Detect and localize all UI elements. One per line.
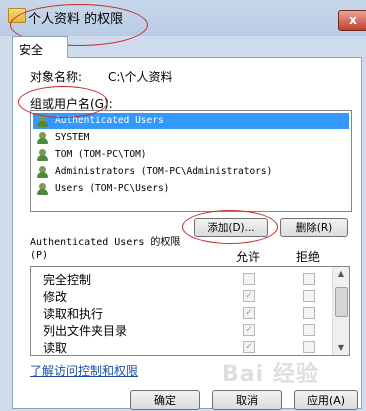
permission-row-read-execute: 读取和执行 ✓ <box>31 304 331 321</box>
allow-checkbox[interactable]: ✓ <box>243 290 255 302</box>
permission-name: 读取和执行 <box>43 307 104 321</box>
add-button[interactable]: 添加(D)... <box>194 218 268 237</box>
object-name-value: C:\个人资料 <box>108 70 173 84</box>
permission-name: 完全控制 <box>43 273 92 287</box>
user-row-tom[interactable]: TOM (TOM-PC\TOM) <box>33 147 349 163</box>
user-name: SYSTEM <box>55 132 90 143</box>
user-list[interactable]: Authenticated Users SYSTEM TOM (TOM-PC\T… <box>30 110 352 212</box>
window-title: 个人资料 的权限 <box>28 12 124 27</box>
user-group-icon <box>36 183 50 195</box>
object-name-label: 对象名称: <box>30 70 83 84</box>
user-group-icon <box>36 132 50 144</box>
deny-checkbox[interactable] <box>303 324 315 336</box>
user-name: Users (TOM-PC\Users) <box>55 183 170 194</box>
scroll-thumb[interactable] <box>335 287 348 317</box>
scroll-down-arrow-icon[interactable]: ▼ <box>333 341 349 355</box>
close-button[interactable]: x <box>338 10 366 31</box>
baidu-watermark: Bai 经验 <box>222 362 319 387</box>
allow-checkbox[interactable] <box>243 273 255 285</box>
cancel-button[interactable]: 取消 <box>212 390 282 410</box>
deny-checkbox[interactable] <box>303 307 315 319</box>
permission-row-list-folder: 列出文件夹目录 ✓ <box>31 321 331 338</box>
remove-button[interactable]: 删除(R) <box>280 218 348 237</box>
tab-security[interactable]: 安全 <box>12 36 68 58</box>
allow-checkbox[interactable]: ✓ <box>243 324 255 336</box>
user-row-users[interactable]: Users (TOM-PC\Users) <box>33 181 349 197</box>
user-name: TOM (TOM-PC\TOM) <box>55 149 147 160</box>
deny-checkbox[interactable] <box>303 341 315 353</box>
allow-checkbox[interactable]: ✓ <box>243 307 255 319</box>
user-row-administrators[interactable]: Administrators (TOM-PC\Administrators) <box>33 164 349 180</box>
user-row-authenticated-users[interactable]: Authenticated Users <box>33 113 349 129</box>
user-group-icon <box>36 115 50 127</box>
learn-access-control-link[interactable]: 了解访问控制和权限 <box>30 362 138 379</box>
user-group-icon <box>36 166 50 178</box>
permission-row-full-control: 完全控制 <box>31 270 331 287</box>
permissions-header-line1: Authenticated Users 的权限 <box>30 237 181 248</box>
deny-checkbox[interactable] <box>303 290 315 302</box>
permissions-scrollbar[interactable]: ▲ ▼ <box>332 267 349 355</box>
allow-column-label: 允许 <box>236 250 261 264</box>
apply-button[interactable]: 应用(A) <box>294 390 358 410</box>
title-bar: 个人资料 的权限 x <box>0 0 366 36</box>
permission-name: 读取 <box>43 341 68 355</box>
deny-column-label: 拒绝 <box>296 250 321 264</box>
permissions-list: 完全控制 修改 ✓ 读取和执行 ✓ 列出文件夹目录 ✓ 读取 ✓ ▲ ▼ <box>30 266 350 356</box>
permissions-header: Authenticated Users 的权限 (P) <box>30 236 180 262</box>
scroll-up-arrow-icon[interactable]: ▲ <box>333 267 349 281</box>
ok-button[interactable]: 确定 <box>130 390 200 410</box>
user-icon <box>36 149 50 161</box>
permission-name: 修改 <box>43 290 68 304</box>
folder-icon <box>8 8 26 23</box>
permission-name: 列出文件夹目录 <box>43 324 128 338</box>
user-row-system[interactable]: SYSTEM <box>33 130 349 146</box>
deny-checkbox[interactable] <box>303 273 315 285</box>
permissions-header-line2: (P) <box>30 250 49 261</box>
user-name: Authenticated Users <box>55 115 164 126</box>
user-name: Administrators (TOM-PC\Administrators) <box>55 166 273 177</box>
permission-row-read: 读取 ✓ <box>31 338 331 355</box>
allow-checkbox[interactable]: ✓ <box>243 341 255 353</box>
permission-row-modify: 修改 ✓ <box>31 287 331 304</box>
